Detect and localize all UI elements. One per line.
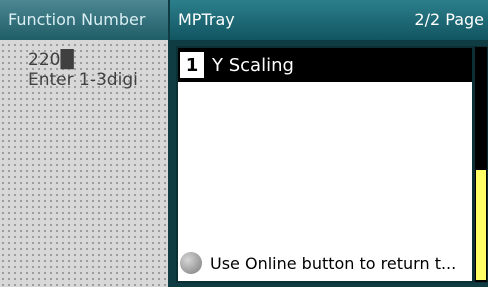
- mptray-window: MPTray 2/2 Page 1 Y Scaling Use Online b…: [170, 0, 488, 287]
- menu-list: 1 Y Scaling Use Online button to return …: [176, 46, 474, 283]
- function-number-value: 220█: [28, 50, 74, 70]
- scrollbar[interactable]: [474, 46, 488, 283]
- online-button-icon: [180, 252, 202, 274]
- function-number-title: Function Number: [0, 0, 168, 40]
- function-number-hint: Enter 1-3digi: [28, 70, 138, 90]
- window-title: MPTray: [178, 10, 235, 29]
- scrollbar-thumb[interactable]: [476, 170, 486, 280]
- function-number-panel: Function Number 220█ Enter 1-3digi: [0, 0, 170, 287]
- menu-item-label: Y Scaling: [212, 54, 294, 76]
- help-footer: Use Online button to return t...: [178, 245, 472, 281]
- menu-item-number: 1: [180, 52, 204, 78]
- page-indicator: 2/2 Page: [414, 10, 484, 29]
- function-number-entry: 220█ Enter 1-3digi: [28, 50, 168, 90]
- window-title-bar: MPTray 2/2 Page: [170, 0, 488, 40]
- menu-item-y-scaling[interactable]: 1 Y Scaling: [178, 48, 472, 82]
- help-text: Use Online button to return t...: [210, 253, 457, 273]
